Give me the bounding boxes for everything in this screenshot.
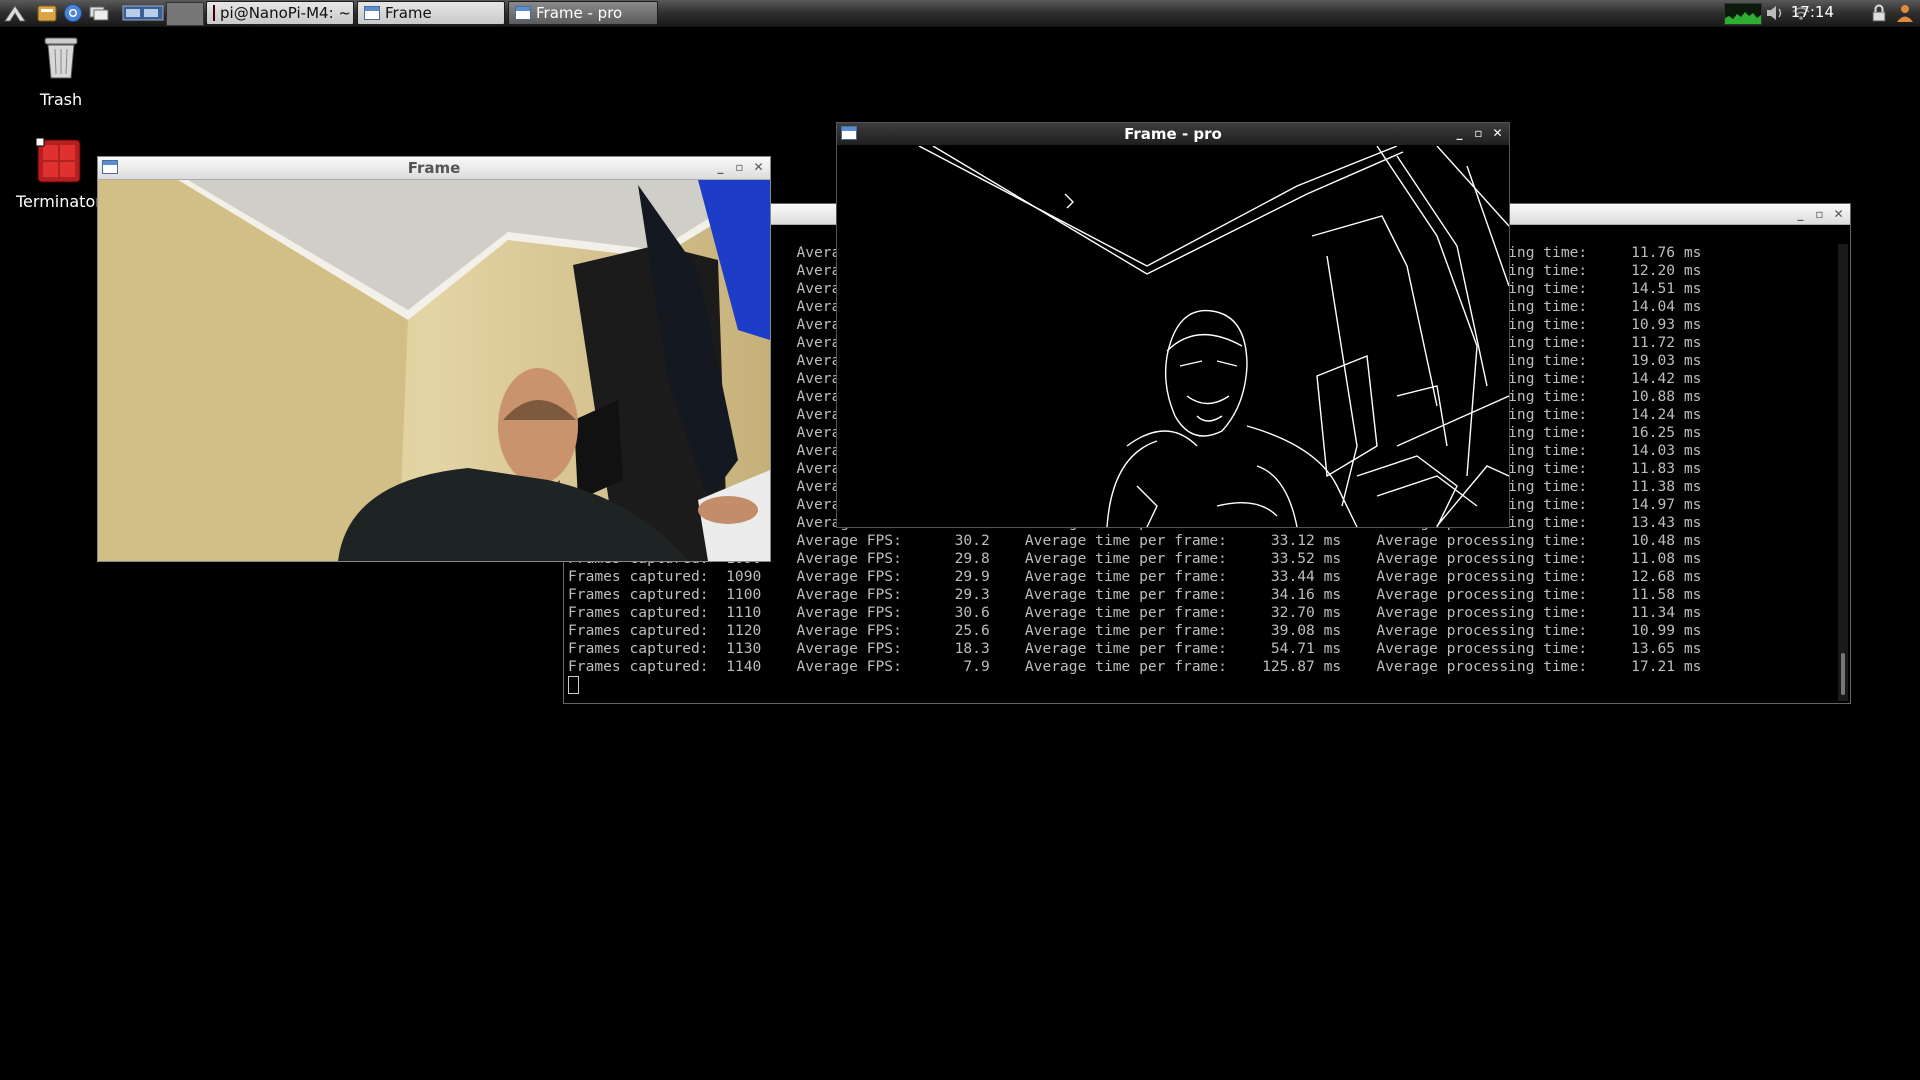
cpu-monitor-icon[interactable] [1724,3,1762,25]
terminal-line: Frames captured: 1130 Average FPS: 18.3 … [568,640,1702,657]
window-buttons: _ ▫ ✕ [713,159,766,175]
window-title: Frame - pro [1124,125,1222,143]
terminal-line: Frames captured: 1120 Average FPS: 25.6 … [568,622,1702,639]
terminal-icon [213,5,215,21]
file-manager-icon[interactable] [36,2,58,24]
terminator-icon [35,137,81,183]
window-icon [515,6,531,20]
terminal-line: Frames captured: 1100 Average FPS: 29.3 … [568,586,1702,603]
task-frame-pro[interactable]: Frame - pro [508,1,658,25]
scrollbar-thumb[interactable] [1841,653,1845,695]
terminal-scrollbar[interactable] [1838,244,1848,701]
trash-icon [44,37,78,79]
desktop-icon-label: Trash [39,90,83,109]
minimize-button[interactable]: _ [1793,206,1808,222]
window-buttons: _ ▫ ✕ [1793,206,1846,222]
close-button[interactable]: ✕ [751,159,766,175]
task-label: Frame - pro [536,4,623,22]
maximize-button[interactable]: ▫ [1471,125,1486,141]
frame-pro-titlebar[interactable]: Frame - pro _ ▫ ✕ [837,123,1509,146]
task-frame[interactable]: Frame [357,1,505,25]
frame-pro-window: Frame - pro _ ▫ ✕ [836,122,1510,528]
window-icon [364,6,380,20]
terminal-prompt[interactable] [568,676,1836,694]
minimize-button[interactable]: _ [713,159,728,175]
terminal-line: Frames captured: 1110 Average FPS: 30.6 … [568,604,1702,621]
task-terminal[interactable]: pi@NanoPi-M4: ~ [206,1,354,25]
camera-feed [98,180,770,561]
edge-detection-feed [837,146,1509,527]
terminal-line: Frames captured: 1090 Average FPS: 29.9 … [568,568,1702,585]
frame-titlebar[interactable]: Frame _ ▫ ✕ [98,157,770,180]
clock[interactable]: 17:14 [1791,3,1834,21]
desktop-icon-label: Terminator [16,192,98,211]
close-button[interactable]: ✕ [1490,125,1505,141]
workspace-switcher-icon[interactable] [122,2,164,24]
window-buttons: _ ▫ ✕ [1452,125,1505,141]
desktop-icon-terminator[interactable]: Terminator [14,137,104,211]
window-icon [841,126,857,140]
close-button[interactable]: ✕ [1831,206,1846,222]
volume-icon[interactable] [1764,2,1786,24]
desktop-icon-trash[interactable]: Trash [16,32,106,109]
maximize-button[interactable]: ▫ [1812,206,1827,222]
task-label: Frame [385,4,432,22]
window-title: Frame [407,159,461,177]
browser-icon[interactable] [62,2,84,24]
task-label: pi@NanoPi-M4: ~ [220,4,351,22]
minimize-button[interactable]: _ [1452,125,1467,141]
frame-window: Frame _ ▫ ✕ [97,156,771,562]
terminal-line: Frames captured: 1140 Average FPS: 7.9 A… [568,658,1702,675]
taskbar: pi@NanoPi-M4: ~ Frame Frame - pro 17:14 [0,0,1920,27]
user-icon[interactable] [1894,2,1916,24]
show-desktop-icon[interactable] [88,2,110,24]
menu-icon[interactable] [4,2,26,24]
window-icon [102,160,118,174]
maximize-button[interactable]: ▫ [732,159,747,175]
workspace-pager[interactable] [166,2,204,26]
lock-icon[interactable] [1868,2,1890,24]
terminal-cursor [568,676,579,694]
